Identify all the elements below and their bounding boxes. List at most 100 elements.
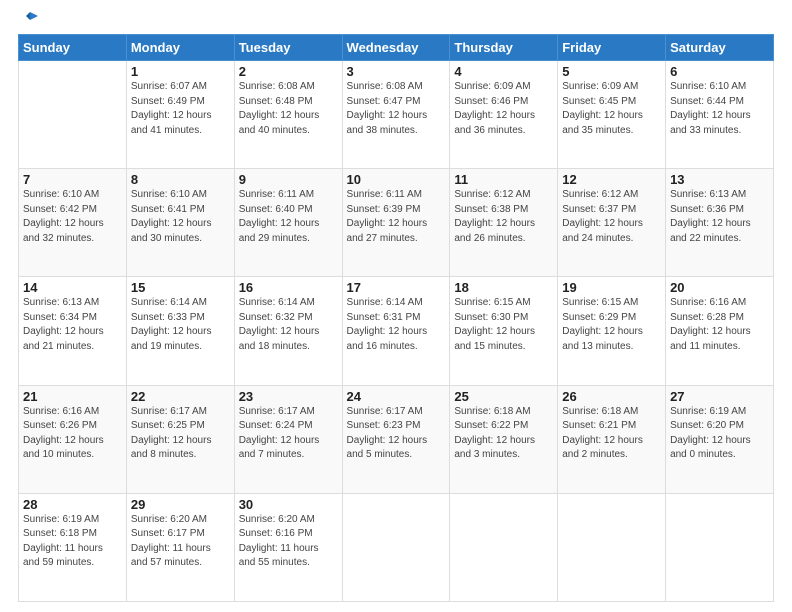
calendar-week-row: 7Sunrise: 6:10 AM Sunset: 6:42 PM Daylig… bbox=[19, 169, 774, 277]
calendar-cell: 29Sunrise: 6:20 AM Sunset: 6:17 PM Dayli… bbox=[126, 493, 234, 601]
calendar-cell: 7Sunrise: 6:10 AM Sunset: 6:42 PM Daylig… bbox=[19, 169, 127, 277]
day-number: 15 bbox=[131, 280, 230, 295]
weekday-header-monday: Monday bbox=[126, 35, 234, 61]
day-number: 12 bbox=[562, 172, 661, 187]
day-number: 25 bbox=[454, 389, 553, 404]
calendar-cell: 8Sunrise: 6:10 AM Sunset: 6:41 PM Daylig… bbox=[126, 169, 234, 277]
day-info: Sunrise: 6:15 AM Sunset: 6:29 PM Dayligh… bbox=[562, 296, 661, 354]
day-info: Sunrise: 6:16 AM Sunset: 6:26 PM Dayligh… bbox=[23, 405, 122, 463]
day-number: 4 bbox=[454, 64, 553, 79]
day-info: Sunrise: 6:08 AM Sunset: 6:47 PM Dayligh… bbox=[347, 80, 446, 138]
day-info: Sunrise: 6:08 AM Sunset: 6:48 PM Dayligh… bbox=[239, 80, 338, 138]
day-number: 10 bbox=[347, 172, 446, 187]
calendar-table: SundayMondayTuesdayWednesdayThursdayFrid… bbox=[18, 34, 774, 602]
calendar-week-row: 1Sunrise: 6:07 AM Sunset: 6:49 PM Daylig… bbox=[19, 61, 774, 169]
day-number: 2 bbox=[239, 64, 338, 79]
day-number: 28 bbox=[23, 497, 122, 512]
calendar-cell: 19Sunrise: 6:15 AM Sunset: 6:29 PM Dayli… bbox=[558, 277, 666, 385]
day-info: Sunrise: 6:19 AM Sunset: 6:20 PM Dayligh… bbox=[670, 405, 769, 463]
day-number: 26 bbox=[562, 389, 661, 404]
calendar-cell: 13Sunrise: 6:13 AM Sunset: 6:36 PM Dayli… bbox=[666, 169, 774, 277]
calendar-week-row: 21Sunrise: 6:16 AM Sunset: 6:26 PM Dayli… bbox=[19, 385, 774, 493]
day-number: 1 bbox=[131, 64, 230, 79]
day-info: Sunrise: 6:10 AM Sunset: 6:44 PM Dayligh… bbox=[670, 80, 769, 138]
calendar-cell: 25Sunrise: 6:18 AM Sunset: 6:22 PM Dayli… bbox=[450, 385, 558, 493]
day-number: 21 bbox=[23, 389, 122, 404]
calendar-cell: 20Sunrise: 6:16 AM Sunset: 6:28 PM Dayli… bbox=[666, 277, 774, 385]
calendar-cell: 5Sunrise: 6:09 AM Sunset: 6:45 PM Daylig… bbox=[558, 61, 666, 169]
calendar-cell: 14Sunrise: 6:13 AM Sunset: 6:34 PM Dayli… bbox=[19, 277, 127, 385]
day-info: Sunrise: 6:20 AM Sunset: 6:16 PM Dayligh… bbox=[239, 513, 338, 571]
calendar-cell bbox=[558, 493, 666, 601]
day-info: Sunrise: 6:09 AM Sunset: 6:46 PM Dayligh… bbox=[454, 80, 553, 138]
day-number: 18 bbox=[454, 280, 553, 295]
calendar-cell: 12Sunrise: 6:12 AM Sunset: 6:37 PM Dayli… bbox=[558, 169, 666, 277]
day-number: 22 bbox=[131, 389, 230, 404]
day-number: 24 bbox=[347, 389, 446, 404]
day-info: Sunrise: 6:09 AM Sunset: 6:45 PM Dayligh… bbox=[562, 80, 661, 138]
day-info: Sunrise: 6:10 AM Sunset: 6:41 PM Dayligh… bbox=[131, 188, 230, 246]
day-info: Sunrise: 6:13 AM Sunset: 6:36 PM Dayligh… bbox=[670, 188, 769, 246]
day-number: 29 bbox=[131, 497, 230, 512]
calendar-cell bbox=[19, 61, 127, 169]
calendar-cell: 18Sunrise: 6:15 AM Sunset: 6:30 PM Dayli… bbox=[450, 277, 558, 385]
calendar-cell: 16Sunrise: 6:14 AM Sunset: 6:32 PM Dayli… bbox=[234, 277, 342, 385]
calendar-cell: 22Sunrise: 6:17 AM Sunset: 6:25 PM Dayli… bbox=[126, 385, 234, 493]
day-info: Sunrise: 6:15 AM Sunset: 6:30 PM Dayligh… bbox=[454, 296, 553, 354]
calendar-cell: 9Sunrise: 6:11 AM Sunset: 6:40 PM Daylig… bbox=[234, 169, 342, 277]
calendar-cell bbox=[666, 493, 774, 601]
calendar-cell: 23Sunrise: 6:17 AM Sunset: 6:24 PM Dayli… bbox=[234, 385, 342, 493]
weekday-header-wednesday: Wednesday bbox=[342, 35, 450, 61]
calendar-week-row: 28Sunrise: 6:19 AM Sunset: 6:18 PM Dayli… bbox=[19, 493, 774, 601]
day-info: Sunrise: 6:17 AM Sunset: 6:24 PM Dayligh… bbox=[239, 405, 338, 463]
weekday-header-row: SundayMondayTuesdayWednesdayThursdayFrid… bbox=[19, 35, 774, 61]
logo bbox=[18, 18, 40, 24]
day-number: 20 bbox=[670, 280, 769, 295]
day-info: Sunrise: 6:18 AM Sunset: 6:21 PM Dayligh… bbox=[562, 405, 661, 463]
calendar-cell: 30Sunrise: 6:20 AM Sunset: 6:16 PM Dayli… bbox=[234, 493, 342, 601]
day-info: Sunrise: 6:11 AM Sunset: 6:39 PM Dayligh… bbox=[347, 188, 446, 246]
calendar-cell: 1Sunrise: 6:07 AM Sunset: 6:49 PM Daylig… bbox=[126, 61, 234, 169]
calendar-cell: 4Sunrise: 6:09 AM Sunset: 6:46 PM Daylig… bbox=[450, 61, 558, 169]
calendar-cell: 27Sunrise: 6:19 AM Sunset: 6:20 PM Dayli… bbox=[666, 385, 774, 493]
calendar-cell bbox=[450, 493, 558, 601]
day-info: Sunrise: 6:12 AM Sunset: 6:38 PM Dayligh… bbox=[454, 188, 553, 246]
day-info: Sunrise: 6:14 AM Sunset: 6:31 PM Dayligh… bbox=[347, 296, 446, 354]
day-number: 5 bbox=[562, 64, 661, 79]
calendar-cell: 3Sunrise: 6:08 AM Sunset: 6:47 PM Daylig… bbox=[342, 61, 450, 169]
day-number: 8 bbox=[131, 172, 230, 187]
calendar-cell: 24Sunrise: 6:17 AM Sunset: 6:23 PM Dayli… bbox=[342, 385, 450, 493]
day-number: 9 bbox=[239, 172, 338, 187]
day-number: 7 bbox=[23, 172, 122, 187]
calendar-cell: 2Sunrise: 6:08 AM Sunset: 6:48 PM Daylig… bbox=[234, 61, 342, 169]
day-info: Sunrise: 6:19 AM Sunset: 6:18 PM Dayligh… bbox=[23, 513, 122, 571]
day-number: 30 bbox=[239, 497, 338, 512]
day-info: Sunrise: 6:20 AM Sunset: 6:17 PM Dayligh… bbox=[131, 513, 230, 571]
page: SundayMondayTuesdayWednesdayThursdayFrid… bbox=[0, 0, 792, 612]
day-info: Sunrise: 6:13 AM Sunset: 6:34 PM Dayligh… bbox=[23, 296, 122, 354]
logo-flag-icon bbox=[20, 10, 40, 30]
calendar-cell: 28Sunrise: 6:19 AM Sunset: 6:18 PM Dayli… bbox=[19, 493, 127, 601]
weekday-header-friday: Friday bbox=[558, 35, 666, 61]
calendar-cell bbox=[342, 493, 450, 601]
calendar-cell: 21Sunrise: 6:16 AM Sunset: 6:26 PM Dayli… bbox=[19, 385, 127, 493]
day-info: Sunrise: 6:14 AM Sunset: 6:33 PM Dayligh… bbox=[131, 296, 230, 354]
calendar-cell: 6Sunrise: 6:10 AM Sunset: 6:44 PM Daylig… bbox=[666, 61, 774, 169]
day-info: Sunrise: 6:14 AM Sunset: 6:32 PM Dayligh… bbox=[239, 296, 338, 354]
calendar-cell: 15Sunrise: 6:14 AM Sunset: 6:33 PM Dayli… bbox=[126, 277, 234, 385]
calendar-cell: 17Sunrise: 6:14 AM Sunset: 6:31 PM Dayli… bbox=[342, 277, 450, 385]
calendar-cell: 11Sunrise: 6:12 AM Sunset: 6:38 PM Dayli… bbox=[450, 169, 558, 277]
day-number: 23 bbox=[239, 389, 338, 404]
day-number: 27 bbox=[670, 389, 769, 404]
day-number: 16 bbox=[239, 280, 338, 295]
weekday-header-tuesday: Tuesday bbox=[234, 35, 342, 61]
weekday-header-saturday: Saturday bbox=[666, 35, 774, 61]
day-number: 14 bbox=[23, 280, 122, 295]
day-number: 19 bbox=[562, 280, 661, 295]
day-info: Sunrise: 6:18 AM Sunset: 6:22 PM Dayligh… bbox=[454, 405, 553, 463]
weekday-header-thursday: Thursday bbox=[450, 35, 558, 61]
day-info: Sunrise: 6:10 AM Sunset: 6:42 PM Dayligh… bbox=[23, 188, 122, 246]
calendar-cell: 26Sunrise: 6:18 AM Sunset: 6:21 PM Dayli… bbox=[558, 385, 666, 493]
day-info: Sunrise: 6:17 AM Sunset: 6:23 PM Dayligh… bbox=[347, 405, 446, 463]
day-info: Sunrise: 6:17 AM Sunset: 6:25 PM Dayligh… bbox=[131, 405, 230, 463]
